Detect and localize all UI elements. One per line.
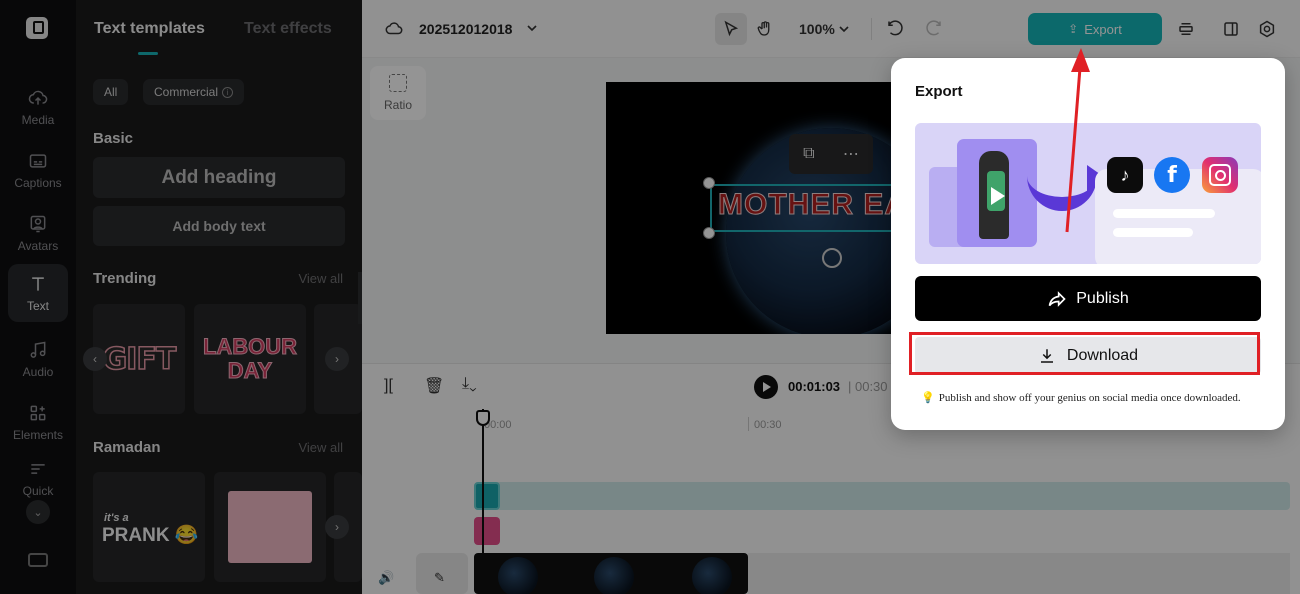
download-highlight-box	[909, 332, 1260, 375]
export-popover: Export ♪ f Publish Download 💡 Publish and…	[891, 58, 1285, 430]
tiktok-icon: ♪	[1107, 157, 1143, 193]
play-icon	[991, 187, 1005, 205]
share-arrow-icon	[1048, 290, 1066, 307]
lightbulb-icon: 💡	[921, 392, 935, 404]
hint-text: 💡 Publish and show off your genius on soc…	[921, 391, 1241, 404]
placeholder-line	[1113, 228, 1193, 237]
publish-button[interactable]: Publish	[915, 276, 1261, 321]
hint-label: Publish and show off your genius on soci…	[938, 392, 1241, 404]
facebook-icon: f	[1154, 157, 1190, 193]
placeholder-line	[1113, 209, 1215, 218]
publish-label: Publish	[1076, 289, 1129, 307]
popover-title: Export	[915, 83, 963, 100]
instagram-icon	[1202, 157, 1238, 193]
social-banner-illustration: ♪ f	[915, 123, 1261, 264]
